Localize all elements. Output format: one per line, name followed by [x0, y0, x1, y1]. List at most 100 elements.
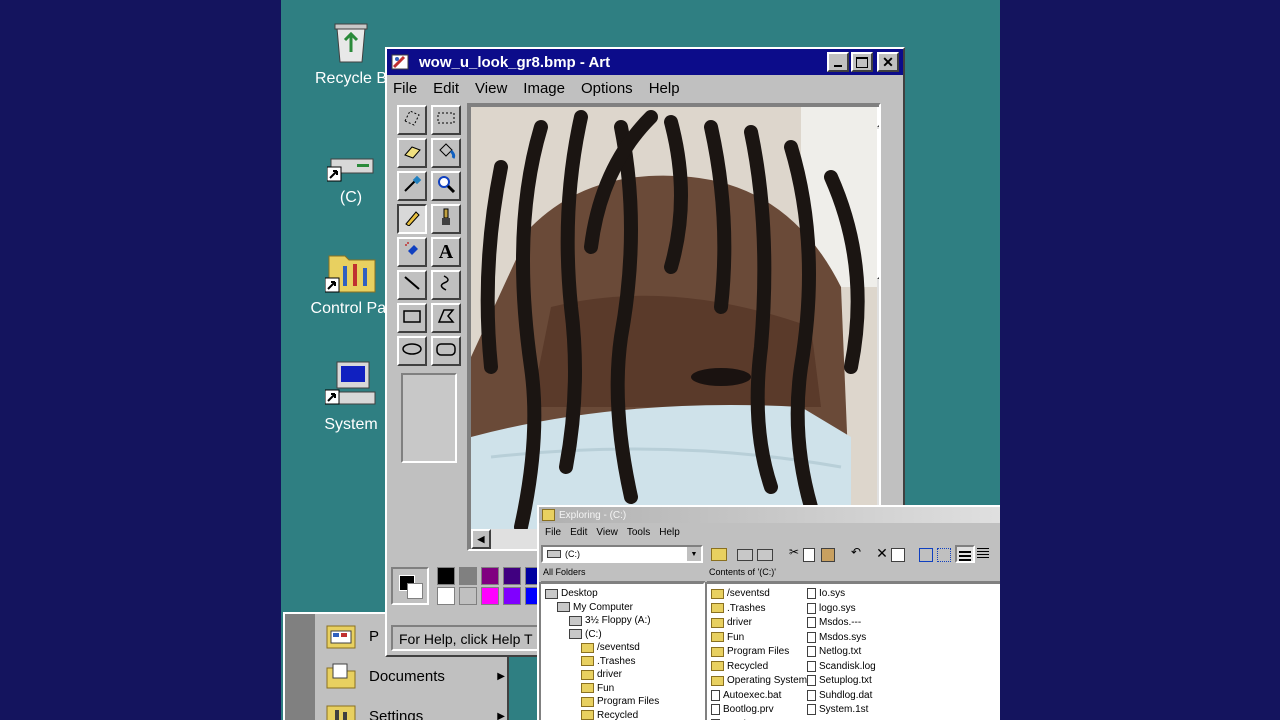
menu-edit[interactable]: Edit [570, 527, 587, 538]
tree-item[interactable]: driver [581, 669, 622, 680]
tree-item[interactable]: 3½ Floppy (A:) [569, 615, 651, 626]
magnifier-tool[interactable] [431, 171, 461, 201]
tree-item[interactable]: .Trashes [581, 656, 636, 667]
explorer-title-bar[interactable]: Exploring - (C:) [539, 507, 1000, 523]
rect-select-tool[interactable] [431, 105, 461, 135]
details-view-button[interactable] [955, 545, 975, 563]
file-item[interactable]: /seventsd [711, 588, 770, 599]
text-tool[interactable]: A [431, 237, 461, 267]
canvas-area[interactable]: ▲ ◀ [467, 103, 881, 551]
tree-item[interactable]: /seventsd [581, 642, 640, 653]
tree-item-label: Fun [597, 682, 615, 694]
copy-button[interactable] [803, 546, 821, 562]
menu-file[interactable]: File [545, 527, 561, 538]
rounded-rect-tool[interactable] [431, 336, 461, 366]
rectangle-tool[interactable] [397, 303, 427, 333]
explorer-window[interactable]: Exploring - (C:) File Edit View Tools He… [537, 505, 1000, 720]
file-item[interactable]: Autoexec.bat [711, 689, 781, 701]
palette-swatch[interactable] [459, 567, 477, 585]
file-item[interactable]: logo.sys [807, 602, 856, 614]
palette-swatch[interactable] [437, 567, 455, 585]
menu-image[interactable]: Image [523, 80, 565, 97]
scroll-left-button[interactable]: ◀ [471, 529, 491, 549]
file-item[interactable]: Scandisk.log [807, 660, 876, 672]
tree-item[interactable]: Fun [581, 683, 614, 694]
tree-item[interactable]: Program Files [581, 696, 659, 707]
undo-button[interactable]: ↶ [847, 545, 865, 563]
small-icons-button[interactable] [937, 546, 955, 562]
photo-image[interactable] [471, 107, 877, 529]
minimize-button[interactable] [827, 52, 849, 72]
menu-help[interactable]: Help [659, 527, 680, 538]
properties-button[interactable] [891, 546, 909, 562]
file-item[interactable]: .Trashes [711, 603, 766, 614]
scroll-up-button[interactable]: ▲ [877, 107, 879, 127]
file-item[interactable]: Msdos.sys [807, 631, 866, 643]
palette-swatch[interactable] [503, 567, 521, 585]
file-item[interactable]: Operating System [711, 675, 807, 686]
airbrush-tool[interactable] [397, 237, 427, 267]
curve-tool[interactable] [431, 270, 461, 300]
properties-icon [891, 548, 905, 562]
menu-edit[interactable]: Edit [433, 80, 459, 97]
color-picker-tool[interactable] [397, 171, 427, 201]
palette-swatch[interactable] [437, 587, 455, 605]
brush-tool[interactable] [431, 204, 461, 234]
tree-item[interactable]: (C:) [569, 629, 602, 640]
current-colors[interactable] [391, 567, 429, 605]
menu-view[interactable]: View [475, 80, 507, 97]
close-button[interactable]: ✕ [877, 52, 899, 72]
file-item[interactable]: Fun [711, 632, 744, 643]
file-list[interactable]: /seventsd .Trashes driver Fun Program Files R… [705, 582, 1000, 720]
file-item[interactable]: Program Files [711, 646, 789, 657]
tree-item[interactable]: Recycled [581, 710, 638, 720]
scroll-thumb[interactable] [877, 129, 879, 279]
menu-file[interactable]: File [393, 80, 417, 97]
list-view-button[interactable] [977, 546, 995, 562]
up-folder-button[interactable] [711, 546, 729, 562]
eraser-tool[interactable] [397, 138, 427, 168]
large-icons-button[interactable] [919, 546, 937, 562]
start-menu-item-label: P [369, 627, 380, 645]
art-title-bar[interactable]: wow_u_look_gr8.bmp - Art ✕ [387, 49, 903, 75]
ellipse-tool[interactable] [397, 336, 427, 366]
file-item[interactable]: Msdos.--- [807, 617, 861, 628]
palette-swatch[interactable] [481, 567, 499, 585]
fill-tool[interactable] [431, 138, 461, 168]
palette-swatch[interactable] [503, 587, 521, 605]
pencil-tool[interactable] [397, 204, 427, 234]
tree-item-label: .Trashes [597, 655, 636, 667]
menu-tools[interactable]: Tools [627, 527, 650, 538]
file-item[interactable]: System.1st [807, 704, 868, 715]
palette-swatch[interactable] [481, 587, 499, 605]
tool-options-box[interactable] [401, 373, 457, 463]
map-drive-button[interactable] [737, 546, 755, 562]
file-item[interactable]: Suhdlog.dat [807, 689, 872, 701]
paste-button[interactable] [821, 546, 839, 562]
start-menu-item-documents[interactable]: Documents ▶ [325, 662, 505, 690]
menu-view[interactable]: View [596, 527, 618, 538]
file-item[interactable]: Netlog.txt [807, 646, 861, 657]
file-item[interactable]: Setuplog.txt [807, 675, 872, 686]
palette-swatch[interactable] [459, 587, 477, 605]
start-menu-item-settings[interactable]: Settings ▶ [325, 702, 505, 720]
start-menu-item-programs[interactable]: P [325, 622, 379, 650]
file-item[interactable]: driver [711, 617, 752, 628]
tree-item[interactable]: My Computer [557, 602, 633, 613]
maximize-button[interactable] [851, 52, 873, 72]
line-tool[interactable] [397, 270, 427, 300]
cut-button[interactable]: ✂ [785, 545, 803, 563]
tree-item[interactable]: Desktop [545, 588, 598, 599]
address-combo[interactable]: (C:) ▼ [541, 545, 703, 563]
file-item[interactable]: Bootlog.prv [711, 704, 774, 715]
canvas-vertical-scrollbar[interactable]: ▲ [877, 107, 879, 529]
disconnect-drive-button[interactable] [757, 546, 775, 562]
delete-button[interactable]: ✕ [873, 545, 891, 563]
folder-tree[interactable]: Desktop My Computer 3½ Floppy (A:) (C:) /sev… [539, 582, 705, 720]
polygon-tool[interactable] [431, 303, 461, 333]
menu-options[interactable]: Options [581, 80, 633, 97]
free-select-tool[interactable] [397, 105, 427, 135]
menu-help[interactable]: Help [649, 80, 680, 97]
file-item[interactable]: Io.sys [807, 588, 845, 599]
file-item[interactable]: Recycled [711, 661, 768, 672]
